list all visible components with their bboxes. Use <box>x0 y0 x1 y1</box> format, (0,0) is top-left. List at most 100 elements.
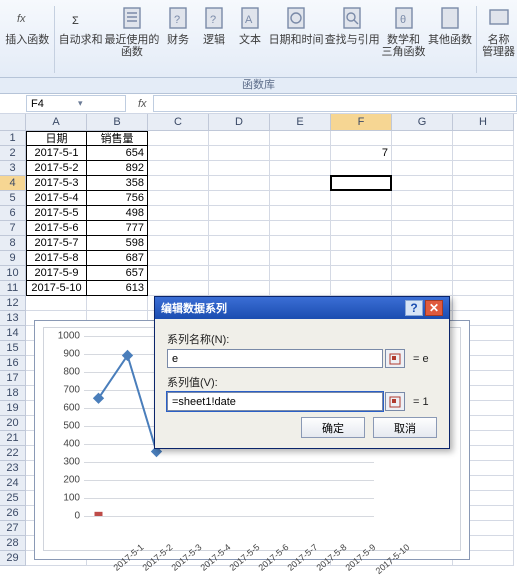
cell[interactable] <box>453 296 514 311</box>
cell[interactable] <box>270 131 331 146</box>
cell[interactable] <box>453 161 514 176</box>
row-header[interactable]: 18 <box>0 386 26 401</box>
cell[interactable] <box>270 221 331 236</box>
cell[interactable] <box>392 206 453 221</box>
row-header[interactable]: 28 <box>0 536 26 551</box>
cell[interactable]: 613 <box>87 281 148 296</box>
text-button[interactable]: A 文本 <box>232 2 268 77</box>
dialog-titlebar[interactable]: 编辑数据系列 ? ✕ <box>155 297 449 319</box>
cell[interactable]: 2017-5-9 <box>26 266 87 281</box>
cell[interactable] <box>148 281 209 296</box>
cell[interactable] <box>148 191 209 206</box>
row-header[interactable]: 10 <box>0 266 26 281</box>
cell[interactable]: 358 <box>87 176 148 191</box>
cell[interactable] <box>331 221 392 236</box>
column-header[interactable]: F <box>331 114 392 131</box>
cell[interactable] <box>270 176 331 191</box>
cell[interactable] <box>270 146 331 161</box>
cell[interactable] <box>331 266 392 281</box>
cell[interactable] <box>392 146 453 161</box>
cell[interactable] <box>453 266 514 281</box>
fx-icon[interactable]: fx <box>138 98 147 110</box>
cell[interactable]: 777 <box>87 221 148 236</box>
cell[interactable] <box>148 206 209 221</box>
column-header[interactable]: H <box>453 114 514 131</box>
cell[interactable]: 892 <box>87 161 148 176</box>
other-button[interactable]: 其他函数 <box>427 2 474 77</box>
row-header[interactable]: 3 <box>0 161 26 176</box>
column-header[interactable]: B <box>87 114 148 131</box>
row-header[interactable]: 9 <box>0 251 26 266</box>
formula-bar[interactable] <box>153 95 517 112</box>
cell[interactable]: 2017-5-5 <box>26 206 87 221</box>
cell[interactable] <box>148 131 209 146</box>
row-header[interactable]: 11 <box>0 281 26 296</box>
cell[interactable] <box>148 146 209 161</box>
cell[interactable] <box>148 161 209 176</box>
cell[interactable] <box>453 176 514 191</box>
cell[interactable] <box>270 251 331 266</box>
cell[interactable] <box>209 176 270 191</box>
math-button[interactable]: θ 数学和 三角函数 <box>380 2 427 77</box>
row-header[interactable]: 19 <box>0 401 26 416</box>
column-header[interactable]: G <box>392 114 453 131</box>
row-header[interactable]: 12 <box>0 296 26 311</box>
row-header[interactable]: 16 <box>0 356 26 371</box>
row-header[interactable]: 8 <box>0 236 26 251</box>
row-header[interactable]: 25 <box>0 491 26 506</box>
column-header[interactable]: D <box>209 114 270 131</box>
cell[interactable] <box>209 206 270 221</box>
row-header[interactable]: 2 <box>0 146 26 161</box>
row-header[interactable]: 15 <box>0 341 26 356</box>
cell[interactable] <box>331 191 392 206</box>
cell[interactable]: 687 <box>87 251 148 266</box>
cell[interactable] <box>453 206 514 221</box>
series-value-input[interactable] <box>167 392 383 411</box>
row-header[interactable]: 21 <box>0 431 26 446</box>
column-header[interactable]: A <box>26 114 87 131</box>
cell[interactable] <box>270 161 331 176</box>
cell[interactable] <box>270 206 331 221</box>
cell[interactable]: 498 <box>87 206 148 221</box>
cell[interactable] <box>209 236 270 251</box>
ok-button[interactable]: 确定 <box>301 417 365 438</box>
cell[interactable]: 日期 <box>26 131 87 146</box>
recent-button[interactable]: 最近使用的 函数 <box>104 2 160 77</box>
cell[interactable] <box>209 146 270 161</box>
row-header[interactable]: 27 <box>0 521 26 536</box>
cell[interactable] <box>331 236 392 251</box>
cell[interactable] <box>26 296 87 311</box>
cell[interactable]: 598 <box>87 236 148 251</box>
row-header[interactable]: 24 <box>0 476 26 491</box>
cell[interactable]: 2017-5-1 <box>26 146 87 161</box>
cell[interactable]: 2017-5-10 <box>26 281 87 296</box>
row-header[interactable]: 26 <box>0 506 26 521</box>
row-header[interactable]: 1 <box>0 131 26 146</box>
row-header[interactable]: 13 <box>0 311 26 326</box>
help-icon[interactable]: ? <box>405 300 423 316</box>
cell[interactable] <box>148 221 209 236</box>
cell[interactable] <box>148 236 209 251</box>
cell[interactable] <box>331 161 392 176</box>
autosum-button[interactable]: Σ 自动求和 <box>57 2 104 77</box>
cell[interactable] <box>209 221 270 236</box>
range-picker-icon[interactable] <box>385 349 405 368</box>
select-all-corner[interactable] <box>0 114 26 131</box>
cell[interactable] <box>209 161 270 176</box>
cell[interactable] <box>453 236 514 251</box>
cell[interactable] <box>331 206 392 221</box>
cell[interactable] <box>453 221 514 236</box>
cell[interactable] <box>453 131 514 146</box>
cell[interactable]: 657 <box>87 266 148 281</box>
insert-function-button[interactable]: fx 插入函数 <box>4 2 51 77</box>
cell[interactable]: 7 <box>331 146 392 161</box>
cell[interactable] <box>392 281 453 296</box>
cell[interactable]: 2017-5-6 <box>26 221 87 236</box>
cell[interactable]: 756 <box>87 191 148 206</box>
cell[interactable] <box>392 221 453 236</box>
cell[interactable] <box>392 131 453 146</box>
cell[interactable]: 销售量 <box>87 131 148 146</box>
cell[interactable] <box>87 296 148 311</box>
cell[interactable] <box>392 266 453 281</box>
range-picker-icon[interactable] <box>385 392 405 411</box>
